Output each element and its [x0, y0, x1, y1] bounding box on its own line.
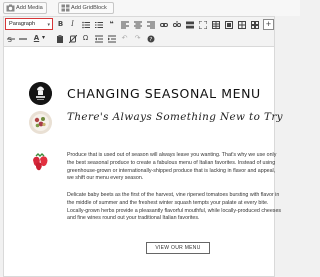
format-select[interactable]: Paragraph ▾ — [5, 18, 53, 30]
add-media-label: Add Media — [16, 5, 43, 11]
clear-formatting-icon[interactable] — [68, 34, 77, 43]
unordered-list-icon[interactable] — [81, 20, 90, 29]
strikethrough-icon[interactable]: S — [6, 34, 15, 43]
editor-right-margin — [275, 16, 300, 277]
fullscreen-icon[interactable] — [198, 20, 207, 29]
add-gridblock-button[interactable]: Add GridBlock — [58, 2, 114, 14]
unlink-icon[interactable] — [172, 20, 181, 29]
strawberries-image — [29, 150, 52, 173]
paste-text-icon[interactable] — [55, 34, 64, 43]
align-center-icon[interactable] — [133, 20, 142, 29]
restaurant-logo-image — [29, 82, 52, 105]
media-buttons-row: Add Media Add GridBlock — [0, 0, 300, 16]
tagline: There's Always Something New to Try — [67, 111, 283, 123]
body-paragraph-2: Delicate baby beets as the first of the … — [67, 192, 282, 222]
blockquote-icon[interactable]: ❝ — [107, 20, 116, 29]
horizontal-rule-icon[interactable] — [18, 34, 27, 43]
gridblock-icon — [61, 4, 70, 12]
page-headline: CHANGING SEASONAL MENU — [67, 86, 261, 101]
special-character-icon[interactable]: Ω — [81, 34, 90, 43]
editor-toolbar: Paragraph ▾ B I ❝ + S — [3, 16, 275, 46]
salad-plate-image — [29, 111, 52, 134]
align-left-icon[interactable] — [120, 20, 129, 29]
indent-icon[interactable] — [107, 34, 116, 43]
body-paragraph-1: Produce that is used out of season will … — [67, 152, 277, 182]
grid-icon[interactable] — [250, 20, 259, 29]
redo-icon[interactable]: ↷ — [133, 34, 142, 43]
text-color-dropdown-icon[interactable]: ▾ — [42, 34, 45, 43]
gallery-icon[interactable] — [237, 20, 246, 29]
link-icon[interactable] — [159, 20, 168, 29]
read-more-icon[interactable] — [185, 20, 194, 29]
media-camera-icon — [6, 4, 15, 12]
shortcode-icon[interactable] — [224, 20, 233, 29]
chevron-down-icon: ▾ — [47, 22, 50, 28]
outdent-icon[interactable] — [94, 34, 103, 43]
format-select-value: Paragraph — [9, 21, 36, 27]
text-color-icon[interactable]: A — [32, 34, 41, 43]
add-media-button[interactable]: Add Media — [3, 2, 47, 14]
align-right-icon[interactable] — [146, 20, 155, 29]
undo-icon[interactable]: ↶ — [120, 34, 129, 43]
svg-text:?: ? — [149, 37, 152, 43]
bold-icon[interactable]: B — [56, 20, 65, 29]
view-menu-button[interactable]: VIEW OUR MENU — [146, 242, 210, 254]
table-icon[interactable] — [211, 20, 220, 29]
kitchen-sink-icon[interactable]: + — [263, 19, 274, 30]
add-gridblock-label: Add GridBlock — [71, 5, 107, 11]
ordered-list-icon[interactable] — [94, 20, 103, 29]
help-icon[interactable]: ? — [146, 34, 155, 43]
italic-icon[interactable]: I — [68, 20, 77, 29]
